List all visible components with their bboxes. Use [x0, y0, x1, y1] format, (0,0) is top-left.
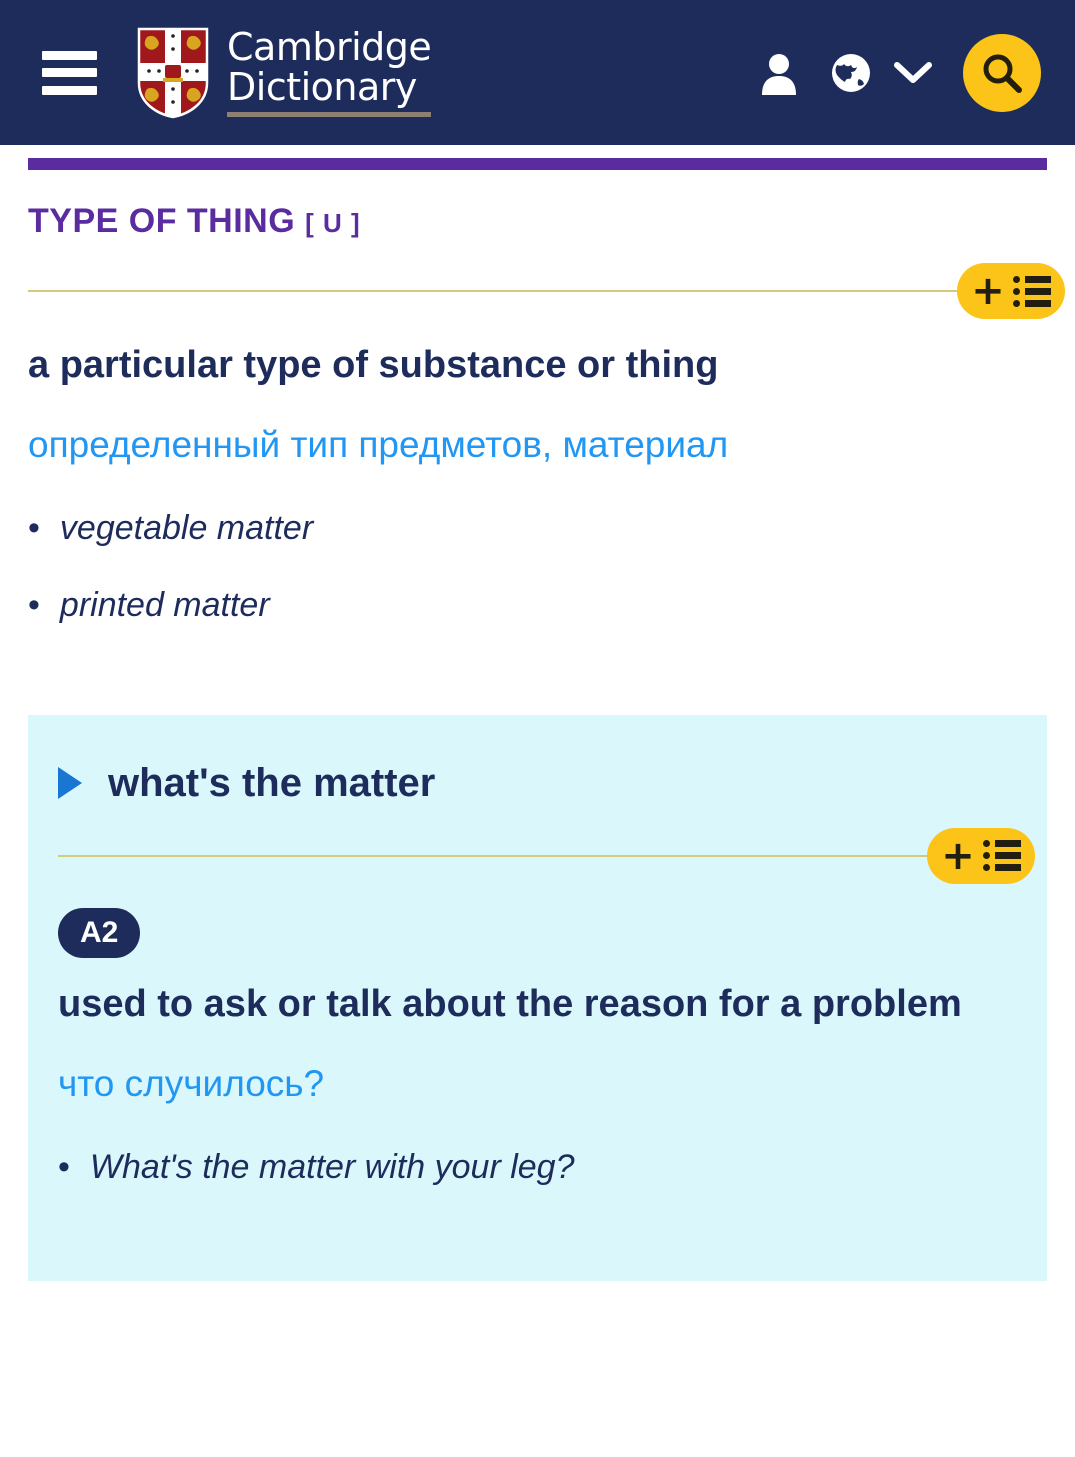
hamburger-menu-icon[interactable]: [42, 50, 97, 95]
idiom-examples-list: • What's the matter with your leg?: [58, 1145, 1017, 1189]
chevron-down-icon: [894, 61, 932, 83]
cefr-level-badge: A2: [58, 907, 141, 958]
triangle-right-icon: [58, 767, 82, 800]
wordlist-icon: [1012, 275, 1051, 307]
hamburger-bar: [42, 68, 97, 77]
idiom-translation-text: что случилось?: [58, 1063, 325, 1105]
example-item: • vegetable matter: [28, 506, 1047, 550]
divider-line: [58, 854, 1017, 857]
user-icon: [762, 53, 796, 95]
section-accent-bar: [28, 158, 1047, 170]
plus-icon: +: [941, 832, 975, 879]
definition-divider-row: +: [28, 263, 1065, 319]
site-header: Cambridge Dictionary: [0, 0, 1075, 145]
cambridge-crest-icon: [137, 27, 209, 118]
example-item: • What's the matter with your leg?: [58, 1145, 1017, 1189]
header-actions: [759, 33, 1047, 112]
bullet-marker: •: [28, 509, 40, 548]
bullet-marker: •: [28, 585, 40, 624]
search-icon: [983, 54, 1022, 93]
search-button[interactable]: [963, 33, 1041, 112]
add-to-wordlist-button[interactable]: +: [957, 263, 1065, 319]
account-button[interactable]: [759, 51, 799, 95]
idiom-definition-text: used to ask or talk about the reason for…: [58, 982, 962, 1025]
add-idiom-to-wordlist-button[interactable]: +: [927, 827, 1035, 884]
translation-text: определенный тип предметов, материал: [28, 424, 729, 466]
bullet-marker: •: [58, 1148, 70, 1187]
entry-content: TYPE OF THING [ U ] + a particular type …: [0, 158, 1075, 627]
globe-icon: [832, 53, 870, 92]
example-item: • printed matter: [28, 583, 1047, 627]
idiom-title-toggle[interactable]: what's the matter: [58, 761, 1017, 806]
plus-icon: +: [971, 268, 1005, 314]
examples-list: • vegetable matter • printed matter: [28, 506, 1047, 626]
example-text: printed matter: [59, 585, 270, 624]
idiom-block: what's the matter + A2 used to ask or ta…: [28, 714, 1047, 1282]
grammar-code: [ U ]: [305, 208, 361, 238]
hamburger-bar: [42, 50, 97, 60]
wordlist-icon: [982, 840, 1021, 872]
part-of-speech-header: TYPE OF THING [ U ]: [28, 202, 1047, 241]
definition-text: a particular type of substance or thing: [28, 344, 719, 386]
brand-name-line2: Dictionary: [227, 68, 432, 117]
pos-label: TYPE OF THING: [28, 202, 296, 240]
idiom-title-text: what's the matter: [108, 760, 436, 805]
hamburger-bar: [42, 85, 97, 95]
language-selector[interactable]: [829, 51, 933, 95]
site-logo-link[interactable]: Cambridge Dictionary: [137, 25, 432, 119]
divider-line: [28, 290, 1047, 292]
example-text: What's the matter with your leg?: [89, 1148, 575, 1187]
example-text: vegetable matter: [59, 509, 314, 548]
idiom-divider-row: +: [58, 827, 1035, 884]
brand-name-line1: Cambridge: [227, 25, 432, 69]
